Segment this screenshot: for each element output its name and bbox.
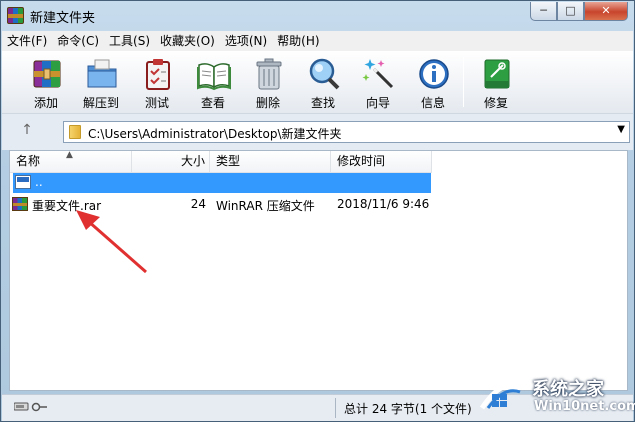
- sort-ascending-icon: ▲: [66, 150, 73, 160]
- menu-favorites[interactable]: 收藏夹(O): [155, 31, 220, 51]
- info-icon: [419, 59, 449, 89]
- folder-icon: [69, 125, 81, 139]
- toolbar: 添加 解压到 测试 查看 删除 查找 向导 信息 修复: [2, 51, 633, 114]
- status-summary: 总计 24 字节(1 个文件): [344, 402, 472, 416]
- file-list[interactable]: 名称 ▲ 大小 类型 修改时间 .. 重要文件.rar 24 WinRAR 压缩…: [9, 150, 628, 391]
- add-archive-icon: [33, 60, 61, 88]
- window-controls: ─ □ ✕: [530, 2, 628, 21]
- info-label: 信息: [420, 96, 445, 110]
- status-divider: [335, 398, 336, 418]
- file-name: 重要文件.rar: [32, 199, 102, 213]
- file-modified: 2018/11/6 9:46: [337, 197, 430, 211]
- toolbar-separator: [463, 57, 464, 107]
- add-label: 添加: [33, 96, 58, 110]
- watermark: 系统之家 Win10net.com: [478, 372, 635, 422]
- file-size: 24: [190, 197, 206, 211]
- magic-wand-icon: [362, 59, 394, 89]
- address-bar[interactable]: C:\Users\Administrator\Desktop\新建文件夹 ▼: [63, 121, 630, 143]
- view-book-icon: [197, 63, 231, 91]
- wizard-label: 向导: [365, 96, 390, 110]
- delete-label: 删除: [255, 96, 280, 110]
- file-name: ..: [35, 175, 43, 189]
- trash-icon: [256, 58, 282, 90]
- drive-key-icon: [14, 402, 47, 412]
- column-name-label: 名称: [16, 154, 41, 168]
- menu-file[interactable]: 文件(F): [2, 31, 52, 51]
- magnifier-icon: [309, 58, 340, 90]
- extract-to-label: 解压到: [82, 96, 119, 110]
- test-label: 测试: [144, 96, 169, 110]
- repair-icon: [484, 59, 510, 89]
- column-header-size[interactable]: 大小: [132, 151, 210, 173]
- parent-folder-icon: [15, 175, 31, 189]
- title-bar[interactable]: 新建文件夹 ─ □ ✕: [1, 1, 634, 31]
- column-header-type[interactable]: 类型: [210, 151, 331, 173]
- menu-tools[interactable]: 工具(S): [104, 31, 155, 51]
- test-clipboard-icon: [146, 59, 170, 90]
- add-button[interactable]: 添加: [22, 55, 70, 111]
- menu-command[interactable]: 命令(C): [52, 31, 104, 51]
- address-path: C:\Users\Administrator\Desktop\新建文件夹: [88, 127, 342, 141]
- find-label: 查找: [310, 96, 335, 110]
- list-item-file[interactable]: 重要文件.rar 24 WinRAR 压缩文件 2018/11/6 9:46: [10, 195, 440, 213]
- winrar-window: 新建文件夹 ─ □ ✕ 文件(F) 命令(C) 工具(S) 收藏夹(O) 选项(…: [0, 0, 635, 422]
- column-header-modified[interactable]: 修改时间: [331, 151, 432, 173]
- file-type: WinRAR 压缩文件: [216, 199, 315, 213]
- address-dropdown-icon[interactable]: ▼: [617, 124, 625, 135]
- repair-label: 修复: [483, 96, 508, 110]
- extract-to-button[interactable]: 解压到: [77, 55, 125, 111]
- test-button[interactable]: 测试: [133, 55, 181, 111]
- delete-button[interactable]: 删除: [244, 55, 292, 111]
- view-label: 查看: [200, 96, 225, 110]
- window-title: 新建文件夹: [30, 11, 96, 26]
- extract-folder-icon: [87, 59, 117, 88]
- menu-help[interactable]: 帮助(H): [272, 31, 324, 51]
- maximize-button[interactable]: □: [557, 2, 584, 21]
- watermark-logo: [479, 381, 523, 410]
- minimize-button[interactable]: ─: [530, 2, 557, 21]
- find-button[interactable]: 查找: [299, 55, 347, 111]
- column-header-name[interactable]: 名称 ▲: [10, 151, 132, 173]
- menu-options[interactable]: 选项(N): [220, 31, 272, 51]
- winrar-app-icon: [7, 7, 24, 24]
- watermark-url: Win10net.com: [534, 399, 635, 414]
- repair-button[interactable]: 修复: [472, 55, 520, 111]
- rar-file-icon: [12, 197, 28, 211]
- view-button[interactable]: 查看: [189, 55, 237, 111]
- menu-bar: 文件(F) 命令(C) 工具(S) 收藏夹(O) 选项(N) 帮助(H): [2, 31, 633, 51]
- watermark-brand: 系统之家: [532, 379, 604, 400]
- list-item-parent[interactable]: ..: [13, 173, 431, 193]
- address-row: ↑ C:\Users\Administrator\Desktop\新建文件夹 ▼: [2, 114, 633, 150]
- info-button[interactable]: 信息: [409, 55, 457, 111]
- up-folder-button[interactable]: ↑: [16, 122, 38, 142]
- wizard-button[interactable]: 向导: [354, 55, 402, 111]
- close-button[interactable]: ✕: [584, 2, 628, 21]
